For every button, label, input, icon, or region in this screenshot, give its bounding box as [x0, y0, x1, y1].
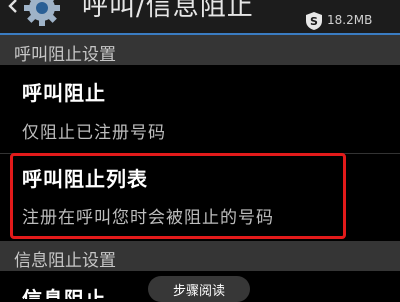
list-item-subtitle: 仅阻止已注册号码: [22, 123, 166, 143]
section-header-call-block: 呼叫阻止设置: [0, 35, 400, 65]
highlight-box: [10, 153, 346, 239]
section-header-message-block: 信息阻止设置: [0, 241, 400, 271]
storage-indicator: 18.2MB: [327, 13, 373, 27]
shield-letter: S: [310, 15, 318, 28]
app-title: 呼叫/信息阻止: [82, 0, 254, 22]
action-bar: 呼叫/信息阻止 S 18.2MB: [0, 0, 400, 33]
list-item-title: 信息阻止: [22, 287, 106, 299]
gear-icon: [24, 0, 60, 26]
section-header-label: 呼叫阻止设置: [14, 45, 116, 65]
step-read-label: 步骤阅读: [172, 284, 225, 299]
list-item-title: 呼叫阻止: [22, 81, 106, 105]
step-read-button[interactable]: 步骤阅读: [148, 276, 250, 302]
list-item-call-block[interactable]: 呼叫阻止 仅阻止已注册号码: [0, 65, 400, 153]
back-icon[interactable]: [6, 0, 20, 14]
section-header-label: 信息阻止设置: [14, 251, 116, 271]
shield-icon: S: [306, 12, 322, 30]
